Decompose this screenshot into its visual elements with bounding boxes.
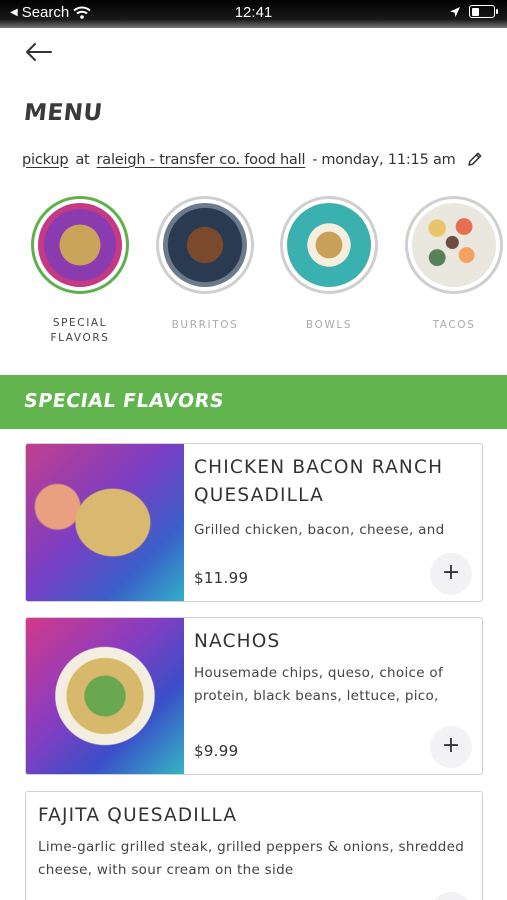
section-banner: SPECIAL FLAVORS [0,375,507,429]
menu-item-card[interactable]: CHICKEN BACON RANCH QUESADILLA Grilled c… [25,443,483,602]
category-label: BOWLS [305,319,353,331]
item-price: $9.99 [194,742,239,760]
category-image-ring [156,196,254,294]
back-arrow-icon[interactable] [24,40,54,64]
category-selector: SPECIAL FLAVORS BURRITOS BOWLS TACOS [0,196,507,356]
menu-item-card[interactable]: NACHOS Housemade chips, queso, choice of… [25,617,483,775]
status-bar: ◀ Search 12:41 [0,0,507,28]
battery-level [471,7,479,16]
order-separator: - [312,151,318,168]
bowls-image [287,203,371,287]
add-to-cart-button[interactable]: + [430,553,472,595]
item-name: NACHOS [194,631,281,652]
category-image-ring [405,196,503,294]
add-to-cart-button[interactable]: + [430,892,472,900]
status-time: 12:41 [234,4,273,21]
item-photo [26,618,184,774]
item-name: CHICKEN BACON RANCH QUESADILLA [194,457,444,506]
location-link[interactable]: raleigh - transfer co. food hall [97,152,306,168]
menu-item-card[interactable]: FAJITA QUESADILLA Lime-garlic grilled st… [25,791,483,900]
item-description: Grilled chicken, bacon, cheese, and [194,522,445,538]
special-flavors-image [38,203,122,287]
location-arrow-icon [450,6,460,17]
tacos-image [412,203,496,287]
add-to-cart-button[interactable]: + [430,726,472,768]
item-description: Housemade chips, queso, choice of protei… [194,665,444,704]
order-at-text: at [75,151,90,168]
item-name: FAJITA QUESADILLA [38,805,238,826]
order-datetime: monday, 11:15 am [321,151,456,168]
category-image-ring [31,196,129,294]
order-info: pickup at raleigh - transfer co. food ha… [22,151,483,168]
category-label: SPECIAL FLAVORS [50,317,110,344]
order-mode-link[interactable]: pickup [22,152,69,168]
category-burritos[interactable]: BURRITOS [143,196,267,333]
category-special-flavors[interactable]: SPECIAL FLAVORS [18,196,142,346]
category-label: BURRITOS [171,319,239,331]
item-price: $11.99 [194,569,249,587]
page-title: MENU [22,100,104,126]
section-title: SPECIAL FLAVORS [22,390,226,412]
category-image-ring [280,196,378,294]
category-bowls[interactable]: BOWLS [267,196,391,333]
item-description: Lime-garlic grilled steak, grilled peppe… [38,839,465,878]
edit-pencil-icon[interactable] [466,151,483,168]
category-tacos[interactable]: TACOS [392,196,507,333]
item-photo [26,444,184,601]
burritos-image [163,203,247,287]
category-label: TACOS [432,319,476,331]
battery-icon [469,5,498,18]
